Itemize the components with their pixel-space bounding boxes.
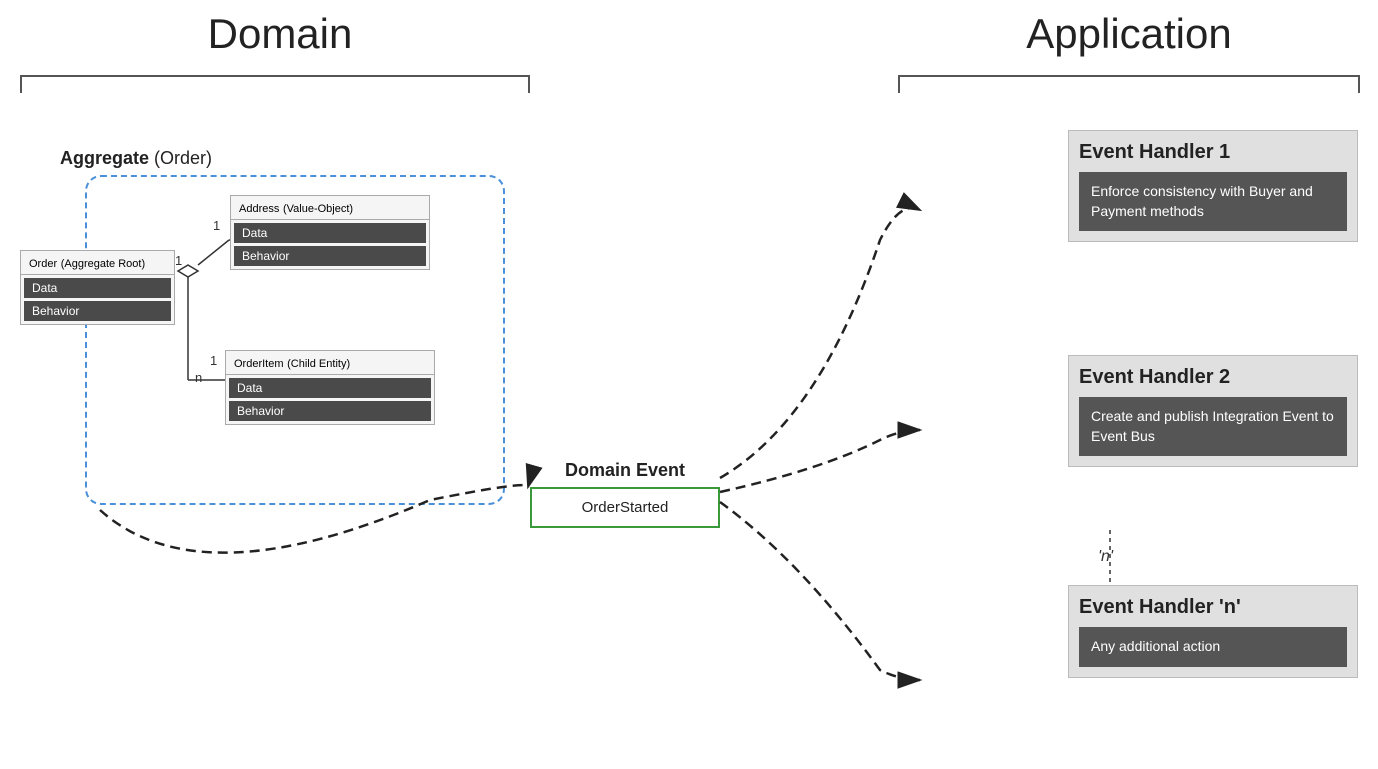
event-to-handlern-arrow [720, 502, 920, 680]
address-data-row: Data [234, 223, 426, 243]
app-bracket [898, 75, 1360, 93]
address-behavior-row: Behavior [234, 246, 426, 266]
handlern-title: Event Handler 'n' [1079, 596, 1347, 619]
conn-label-1a: 1 [175, 253, 182, 268]
conn-label-1c: 1 [210, 353, 217, 368]
orderitem-box-title: OrderItem (Child Entity) [226, 351, 434, 375]
handler2-title: Event Handler 2 [1079, 366, 1347, 389]
event-to-handler2-arrow [720, 430, 920, 492]
handler2-desc: Create and publish Integration Event to … [1079, 397, 1347, 456]
application-title: Application [898, 10, 1360, 58]
address-box-title: Address (Value-Object) [231, 196, 429, 220]
order-behavior-row: Behavior [24, 301, 171, 321]
domain-bracket [20, 75, 530, 93]
order-data-row: Data [24, 278, 171, 298]
n-connector-label: 'n' [1098, 548, 1113, 566]
orderitem-behavior-row: Behavior [229, 401, 431, 421]
orderitem-data-row: Data [229, 378, 431, 398]
domain-section: Domain Aggregate (Order) Order (Aggregat… [0, 0, 560, 769]
orderitem-box: OrderItem (Child Entity) Data Behavior [225, 350, 435, 425]
domain-event-inner: OrderStarted [530, 487, 720, 528]
domain-event-box: Domain Event OrderStarted [530, 460, 720, 528]
order-box: Order (Aggregate Root) Data Behavior [20, 250, 175, 325]
event-to-handler1-arrow [720, 208, 920, 478]
conn-label-n: n [195, 370, 202, 385]
handler1-desc: Enforce consistency with Buyer and Payme… [1079, 172, 1347, 231]
domain-title: Domain [0, 10, 560, 58]
address-box: Address (Value-Object) Data Behavior [230, 195, 430, 270]
order-box-title: Order (Aggregate Root) [21, 251, 174, 275]
event-handler-1: Event Handler 1 Enforce consistency with… [1068, 130, 1358, 242]
aggregate-label: Aggregate (Order) [60, 148, 212, 169]
domain-event-label: Domain Event [530, 460, 720, 481]
event-handler-2: Event Handler 2 Create and publish Integ… [1068, 355, 1358, 467]
handlern-desc: Any additional action [1079, 627, 1347, 667]
event-handler-n: Event Handler 'n' Any additional action [1068, 585, 1358, 678]
handler1-title: Event Handler 1 [1079, 141, 1347, 164]
conn-label-1b: 1 [213, 218, 220, 233]
